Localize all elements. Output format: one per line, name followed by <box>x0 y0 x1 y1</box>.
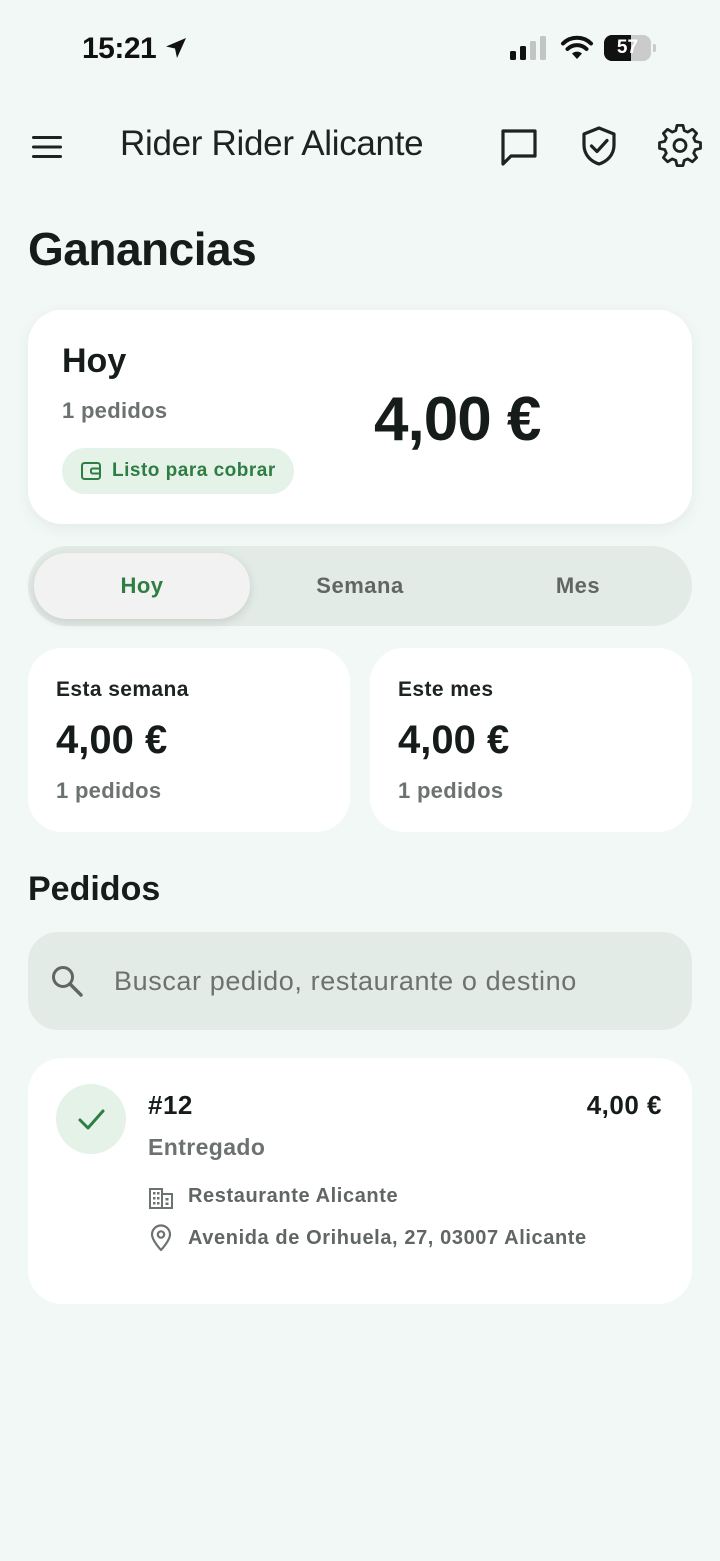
summary-orders: 1 pedidos <box>56 778 162 803</box>
wallet-icon <box>81 462 101 480</box>
status-time: 15:21 <box>82 32 157 65</box>
order-amount: 4,00 € <box>586 1090 662 1120</box>
month-summary-card: Este mes 4,00 € 1 pedidos <box>370 648 692 832</box>
ready-to-collect-badge: Listo para cobrar <box>62 448 294 494</box>
orders-section-title: Pedidos <box>28 870 161 908</box>
location-pin-icon <box>150 1224 172 1252</box>
shield-check-icon[interactable] <box>578 124 620 168</box>
battery-indicator: 57 <box>604 35 656 61</box>
tab-hoy[interactable]: Hoy <box>34 546 250 626</box>
screen: 15:21 57 Rider Rider Alicante Ganancias … <box>0 0 720 1561</box>
location-arrow-icon <box>166 38 186 58</box>
check-icon <box>78 1109 105 1130</box>
summary-orders: 1 pedidos <box>398 778 504 803</box>
hero-period: Hoy <box>62 342 127 380</box>
cellular-signal-icon <box>510 36 546 60</box>
summary-label: Esta semana <box>56 678 189 701</box>
order-id: #12 <box>148 1090 193 1120</box>
search-box <box>28 932 692 1030</box>
wifi-icon <box>561 35 593 59</box>
summary-amount: 4,00 € <box>56 718 168 762</box>
summary-label: Este mes <box>398 678 494 701</box>
menu-icon[interactable] <box>30 132 64 162</box>
status-bar: 15:21 57 <box>0 0 720 100</box>
hero-amount: 4,00 € <box>374 385 541 454</box>
search-input[interactable] <box>114 932 674 1030</box>
ready-badge-label: Listo para cobrar <box>112 460 276 481</box>
search-icon <box>52 966 83 997</box>
chat-icon[interactable] <box>498 126 540 168</box>
today-earnings-card: Hoy 1 pedidos Listo para cobrar 4,00 € <box>28 310 692 524</box>
tab-semana[interactable]: Semana <box>252 546 468 626</box>
hero-orders-count: 1 pedidos <box>62 398 168 423</box>
order-restaurant: Restaurante Alicante <box>188 1185 399 1207</box>
gear-icon[interactable] <box>658 124 702 168</box>
week-summary-card: Esta semana 4,00 € 1 pedidos <box>28 648 350 832</box>
tab-mes[interactable]: Mes <box>470 546 686 626</box>
delivered-status-circle <box>56 1084 126 1154</box>
period-tabs: Hoy Semana Mes <box>28 546 692 626</box>
battery-level: 57 <box>616 37 639 58</box>
building-icon <box>149 1188 173 1209</box>
order-address: Avenida de Orihuela, 27, 03007 Alicante <box>188 1227 587 1249</box>
page-title: Ganancias <box>28 223 257 275</box>
summary-amount: 4,00 € <box>398 718 510 762</box>
order-status: Entregado <box>148 1134 266 1160</box>
app-title: Rider Rider Alicante <box>120 124 424 163</box>
order-card[interactable]: #12 4,00 € Entregado Restaurante Alicant… <box>28 1058 692 1304</box>
